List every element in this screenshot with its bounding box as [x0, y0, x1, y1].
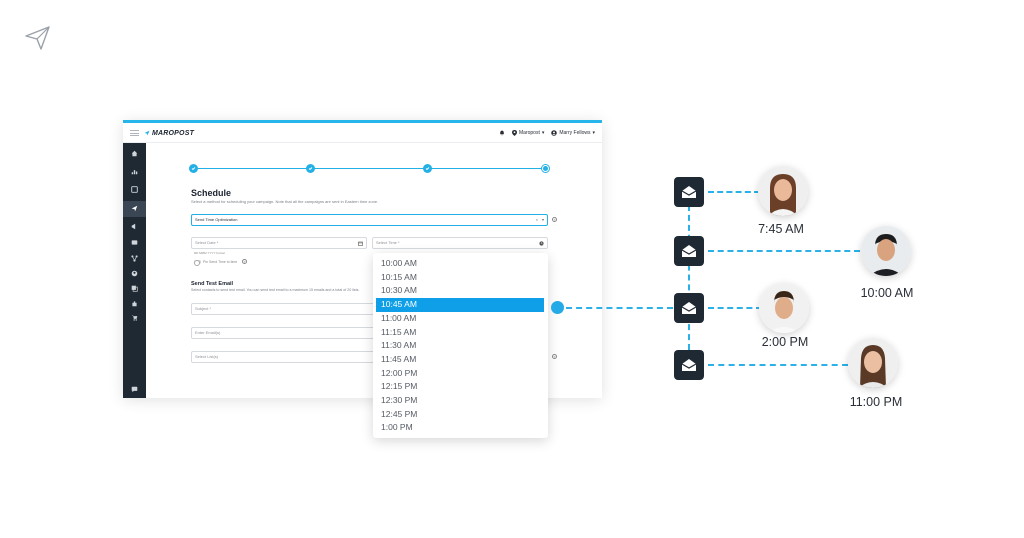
time-dropdown[interactable]: 10:00 AM 10:15 AM 10:30 AM 10:45 AM 11:0…: [373, 253, 548, 438]
bell-icon: [500, 130, 504, 136]
user-menu[interactable]: Marry Fellows ▾: [551, 130, 595, 136]
time-placeholder: Select Time *: [376, 240, 400, 245]
chevron-down-icon: ▾: [592, 130, 595, 136]
time-option[interactable]: 11:45 AM: [376, 353, 544, 367]
time-option[interactable]: 10:00 AM: [376, 257, 544, 271]
sidebar: [123, 143, 146, 398]
mail-open-icon: [674, 236, 704, 266]
user-icon: [551, 130, 558, 136]
commerce-cart-icon[interactable]: [130, 313, 139, 322]
connector-line: [708, 364, 848, 366]
recipient-time: 2:00 PM: [761, 335, 809, 349]
home-icon[interactable]: [130, 149, 139, 158]
brand-logo: MAROPOST: [144, 128, 194, 138]
help-icon[interactable]: ?: [552, 217, 557, 222]
checkmark-icon: [425, 167, 430, 171]
paper-plane-icon: [25, 26, 50, 50]
dashboard-icon[interactable]: [130, 185, 139, 194]
send-test-title: Send Test Email: [191, 281, 234, 287]
analytics-icon[interactable]: [130, 167, 139, 176]
notifications-bell[interactable]: [499, 130, 505, 136]
time-option[interactable]: 12:30 PM: [376, 394, 544, 408]
date-field[interactable]: Select Date *: [191, 237, 367, 249]
step-1-complete[interactable]: [189, 164, 198, 173]
time-option[interactable]: 12:00 PM: [376, 367, 544, 381]
user-name: Marry Fellows: [559, 130, 591, 136]
pin-send-time-toggle[interactable]: [194, 260, 201, 266]
menu-icon[interactable]: [130, 130, 139, 136]
clear-icon[interactable]: ×: [536, 215, 538, 225]
stepper-line: [198, 168, 548, 169]
mail-open-icon: [674, 350, 704, 380]
recipient-time: 10:00 AM: [860, 286, 914, 300]
contacts-icon[interactable]: [130, 269, 139, 278]
megaphone-icon[interactable]: [130, 222, 139, 231]
date-placeholder: Select Date *: [195, 240, 219, 245]
calendar-icon: [358, 241, 363, 246]
time-option[interactable]: 1:00 PM: [376, 421, 544, 435]
integrations-icon[interactable]: [130, 299, 139, 308]
time-option[interactable]: 12:45 PM: [376, 408, 544, 422]
location-pin-icon: [512, 130, 517, 136]
journey-icon[interactable]: [130, 254, 139, 263]
subject-placeholder: Subject *: [195, 306, 212, 311]
time-option[interactable]: 11:00 AM: [376, 312, 544, 326]
toggle-label: Pin Send Time to time: [203, 260, 238, 264]
chevron-down-icon: ▾: [541, 217, 544, 222]
checkmark-icon: [191, 167, 196, 171]
connector-line: [708, 307, 762, 309]
schedule-method-select[interactable]: Send Time Optimization × ▾: [191, 214, 548, 226]
time-option[interactable]: 11:15 AM: [376, 326, 544, 340]
time-field[interactable]: Select Time *: [372, 237, 548, 249]
recipient-time: 11:00 PM: [849, 395, 903, 409]
schedule-method-value: Send Time Optimization: [195, 217, 238, 222]
content-icon[interactable]: [130, 284, 139, 293]
connector-dot: [551, 301, 564, 314]
connector-line: [708, 250, 860, 252]
campaign-plane-icon[interactable]: [130, 204, 139, 213]
list-placeholder: Select List(s): [195, 354, 219, 359]
email-placeholder: Enter Email(s): [195, 330, 221, 335]
mail-open-icon: [674, 293, 704, 323]
account-switcher[interactable]: Maropost ▾: [512, 130, 544, 136]
schedule-title: Schedule: [191, 188, 232, 198]
help-icon[interactable]: ?: [552, 354, 557, 359]
recipient-avatar: [861, 226, 911, 276]
chat-icon[interactable]: [130, 385, 139, 394]
step-4-current[interactable]: [541, 164, 550, 173]
recipient-avatar: [848, 338, 898, 388]
time-option[interactable]: 11:30 AM: [376, 339, 544, 353]
step-3-complete[interactable]: [423, 164, 432, 173]
inbox-icon[interactable]: [130, 238, 139, 247]
help-icon[interactable]: ?: [242, 259, 247, 264]
account-name: Maropost: [519, 130, 540, 136]
time-option[interactable]: 12:15 PM: [376, 380, 544, 394]
chevron-down-icon: ▾: [541, 130, 545, 136]
schedule-description: Select a method for scheduling your camp…: [191, 199, 379, 204]
time-option-selected[interactable]: 10:45 AM: [376, 298, 544, 312]
step-2-complete[interactable]: [306, 164, 315, 173]
connector-line: [708, 191, 760, 193]
time-option[interactable]: 10:15 AM: [376, 271, 544, 285]
recipient-avatar: [758, 166, 808, 216]
brand-name: MAROPOST: [152, 129, 195, 137]
top-bar: MAROPOST Maropost ▾ Marry Fellows ▾: [123, 123, 602, 143]
brand-plane-icon: [144, 130, 150, 136]
vertical-connector-line: [688, 205, 690, 350]
time-option[interactable]: 10:30 AM: [376, 284, 544, 298]
checkmark-icon: [308, 167, 313, 171]
recipient-time: 7:45 AM: [758, 222, 804, 236]
send-test-description: Select contacts to send test email. You …: [191, 288, 360, 292]
page: MAROPOST Maropost ▾ Marry Fellows ▾ Sche…: [0, 0, 1024, 538]
date-format-hint: DD MMM YYYY format: [194, 251, 225, 255]
recipient-avatar: [759, 283, 809, 333]
connector-line: [566, 307, 673, 309]
clock-icon: [539, 241, 544, 246]
mail-open-icon: [674, 177, 704, 207]
